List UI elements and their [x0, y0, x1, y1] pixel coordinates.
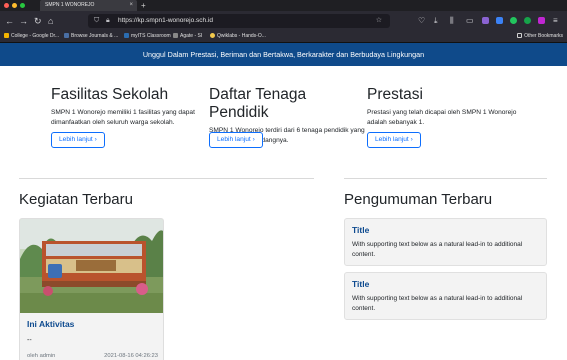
- tab-close-icon[interactable]: ×: [129, 0, 133, 11]
- activity-title[interactable]: Ini Aktivitas: [27, 319, 158, 330]
- extension-icon[interactable]: [524, 17, 531, 24]
- bookmark-favicon-icon: [124, 33, 129, 38]
- feature-text: SMPN 1 Wonorejo memiliki 1 fasilitas yan…: [51, 109, 195, 126]
- extension-icon[interactable]: [496, 17, 503, 24]
- other-bookmarks[interactable]: Other Bookmarks: [517, 31, 563, 42]
- activity-text: --: [27, 337, 32, 344]
- divider: [19, 178, 314, 179]
- announcements-heading: Pengumuman Terbaru: [344, 191, 493, 208]
- bookmark-favicon-icon: [173, 33, 178, 38]
- back-icon[interactable]: ←: [5, 15, 14, 27]
- extension-icon[interactable]: [482, 17, 489, 24]
- browser-tab[interactable]: SMPN 1 WONOREJO ×: [40, 0, 137, 11]
- bookmark-item[interactable]: Browse Journals & ...: [64, 31, 118, 42]
- activity-author: oleh admin: [27, 353, 56, 359]
- feature-facilities: Fasilitas Sekolah SMPN 1 Wonorejo memili…: [51, 86, 209, 148]
- feature-title: Daftar Tenaga Pendidik: [209, 86, 307, 121]
- home-icon[interactable]: ⌂: [48, 15, 53, 27]
- folder-icon: [517, 33, 523, 38]
- announcement-card[interactable]: Title With supporting text below as a na…: [344, 272, 547, 320]
- divider: [344, 178, 547, 179]
- browser-toolbar: ← → ↻ ⌂ ⛉ 🔒︎ https://kp.smpn1-wonorejo.s…: [0, 11, 567, 31]
- activity-card-body: Ini Aktivitas -- oleh admin 2021-08-16 0…: [20, 313, 163, 360]
- activity-date: 2021-08-16 04:26:23: [104, 353, 158, 359]
- announcement-card[interactable]: Title With supporting text below as a na…: [344, 218, 547, 266]
- activity-photo: [20, 219, 163, 313]
- tagline-banner: Unggul Dalam Prestasi, Beriman dan Berta…: [0, 43, 567, 66]
- bookmark-item[interactable]: Agate - SI: [173, 31, 202, 42]
- learn-more-button[interactable]: Lebih lanjut ›: [209, 132, 263, 148]
- activity-card[interactable]: Ini Aktivitas -- oleh admin 2021-08-16 0…: [19, 218, 164, 360]
- sidebar-icon[interactable]: ▭: [466, 15, 474, 27]
- shield-icon[interactable]: ⛉: [94, 14, 99, 28]
- tab-title: SMPN 1 WONOREJO: [45, 2, 95, 8]
- bookmark-star-icon[interactable]: ☆: [376, 14, 382, 28]
- bookmark-favicon-icon: [210, 33, 215, 38]
- close-window-button[interactable]: [4, 3, 9, 8]
- announcement-title[interactable]: Title: [352, 279, 539, 290]
- address-bar[interactable]: ⛉ 🔒︎ https://kp.smpn1-wonorejo.sch.id ☆: [88, 14, 390, 28]
- feature-achievements: Prestasi Prestasi yang telah dicapai ole…: [367, 86, 525, 148]
- url-text[interactable]: https://kp.smpn1-wonorejo.sch.id: [118, 14, 213, 28]
- extension-icon[interactable]: [510, 17, 517, 24]
- learn-more-button[interactable]: Lebih lanjut ›: [51, 132, 105, 148]
- learn-more-button[interactable]: Lebih lanjut ›: [367, 132, 421, 148]
- announcement-text: With supporting text below as a natural …: [352, 295, 523, 312]
- download-icon[interactable]: ⤓: [434, 15, 438, 27]
- bookmark-item[interactable]: Qwiklabs - Hands-O...: [210, 31, 266, 42]
- bookmark-favicon-icon: [4, 33, 9, 38]
- feature-title: Fasilitas Sekolah: [51, 86, 169, 103]
- activity-meta: oleh admin 2021-08-16 04:26:23: [27, 352, 158, 360]
- library-icon[interactable]: ⫼: [450, 15, 454, 27]
- announcement-text: With supporting text below as a natural …: [352, 241, 523, 258]
- feature-teachers: Daftar Tenaga Pendidik SMPN 1 Wonorejo t…: [209, 86, 367, 148]
- browser-tab-bar: SMPN 1 WONOREJO × +: [0, 0, 567, 11]
- reload-icon[interactable]: ↻: [34, 15, 42, 27]
- bookmark-favicon-icon: [64, 33, 69, 38]
- bookmarks-bar: College - Google Dr... Browse Journals &…: [0, 31, 567, 43]
- activities-heading: Kegiatan Terbaru: [19, 191, 133, 208]
- feature-text: Prestasi yang telah dicapai oleh SMPN 1 …: [367, 109, 517, 126]
- announcement-title[interactable]: Title: [352, 225, 539, 236]
- chevron-right-icon: ›: [94, 136, 97, 143]
- bookmark-item[interactable]: myITS Classroom: [124, 31, 171, 42]
- bookmark-item[interactable]: College - Google Dr...: [4, 31, 59, 42]
- maximize-window-button[interactable]: [20, 3, 25, 8]
- chevron-right-icon: ›: [252, 136, 255, 143]
- feature-title: Prestasi: [367, 86, 423, 103]
- menu-icon[interactable]: ≡: [553, 15, 558, 27]
- minimize-window-button[interactable]: [12, 3, 17, 8]
- chevron-right-icon: ›: [410, 136, 413, 143]
- lock-icon[interactable]: 🔒︎: [106, 14, 110, 28]
- extension-icon[interactable]: [538, 17, 545, 24]
- pocket-icon[interactable]: ♡: [418, 15, 425, 27]
- forward-icon[interactable]: →: [19, 15, 28, 27]
- new-tab-button[interactable]: +: [141, 0, 146, 11]
